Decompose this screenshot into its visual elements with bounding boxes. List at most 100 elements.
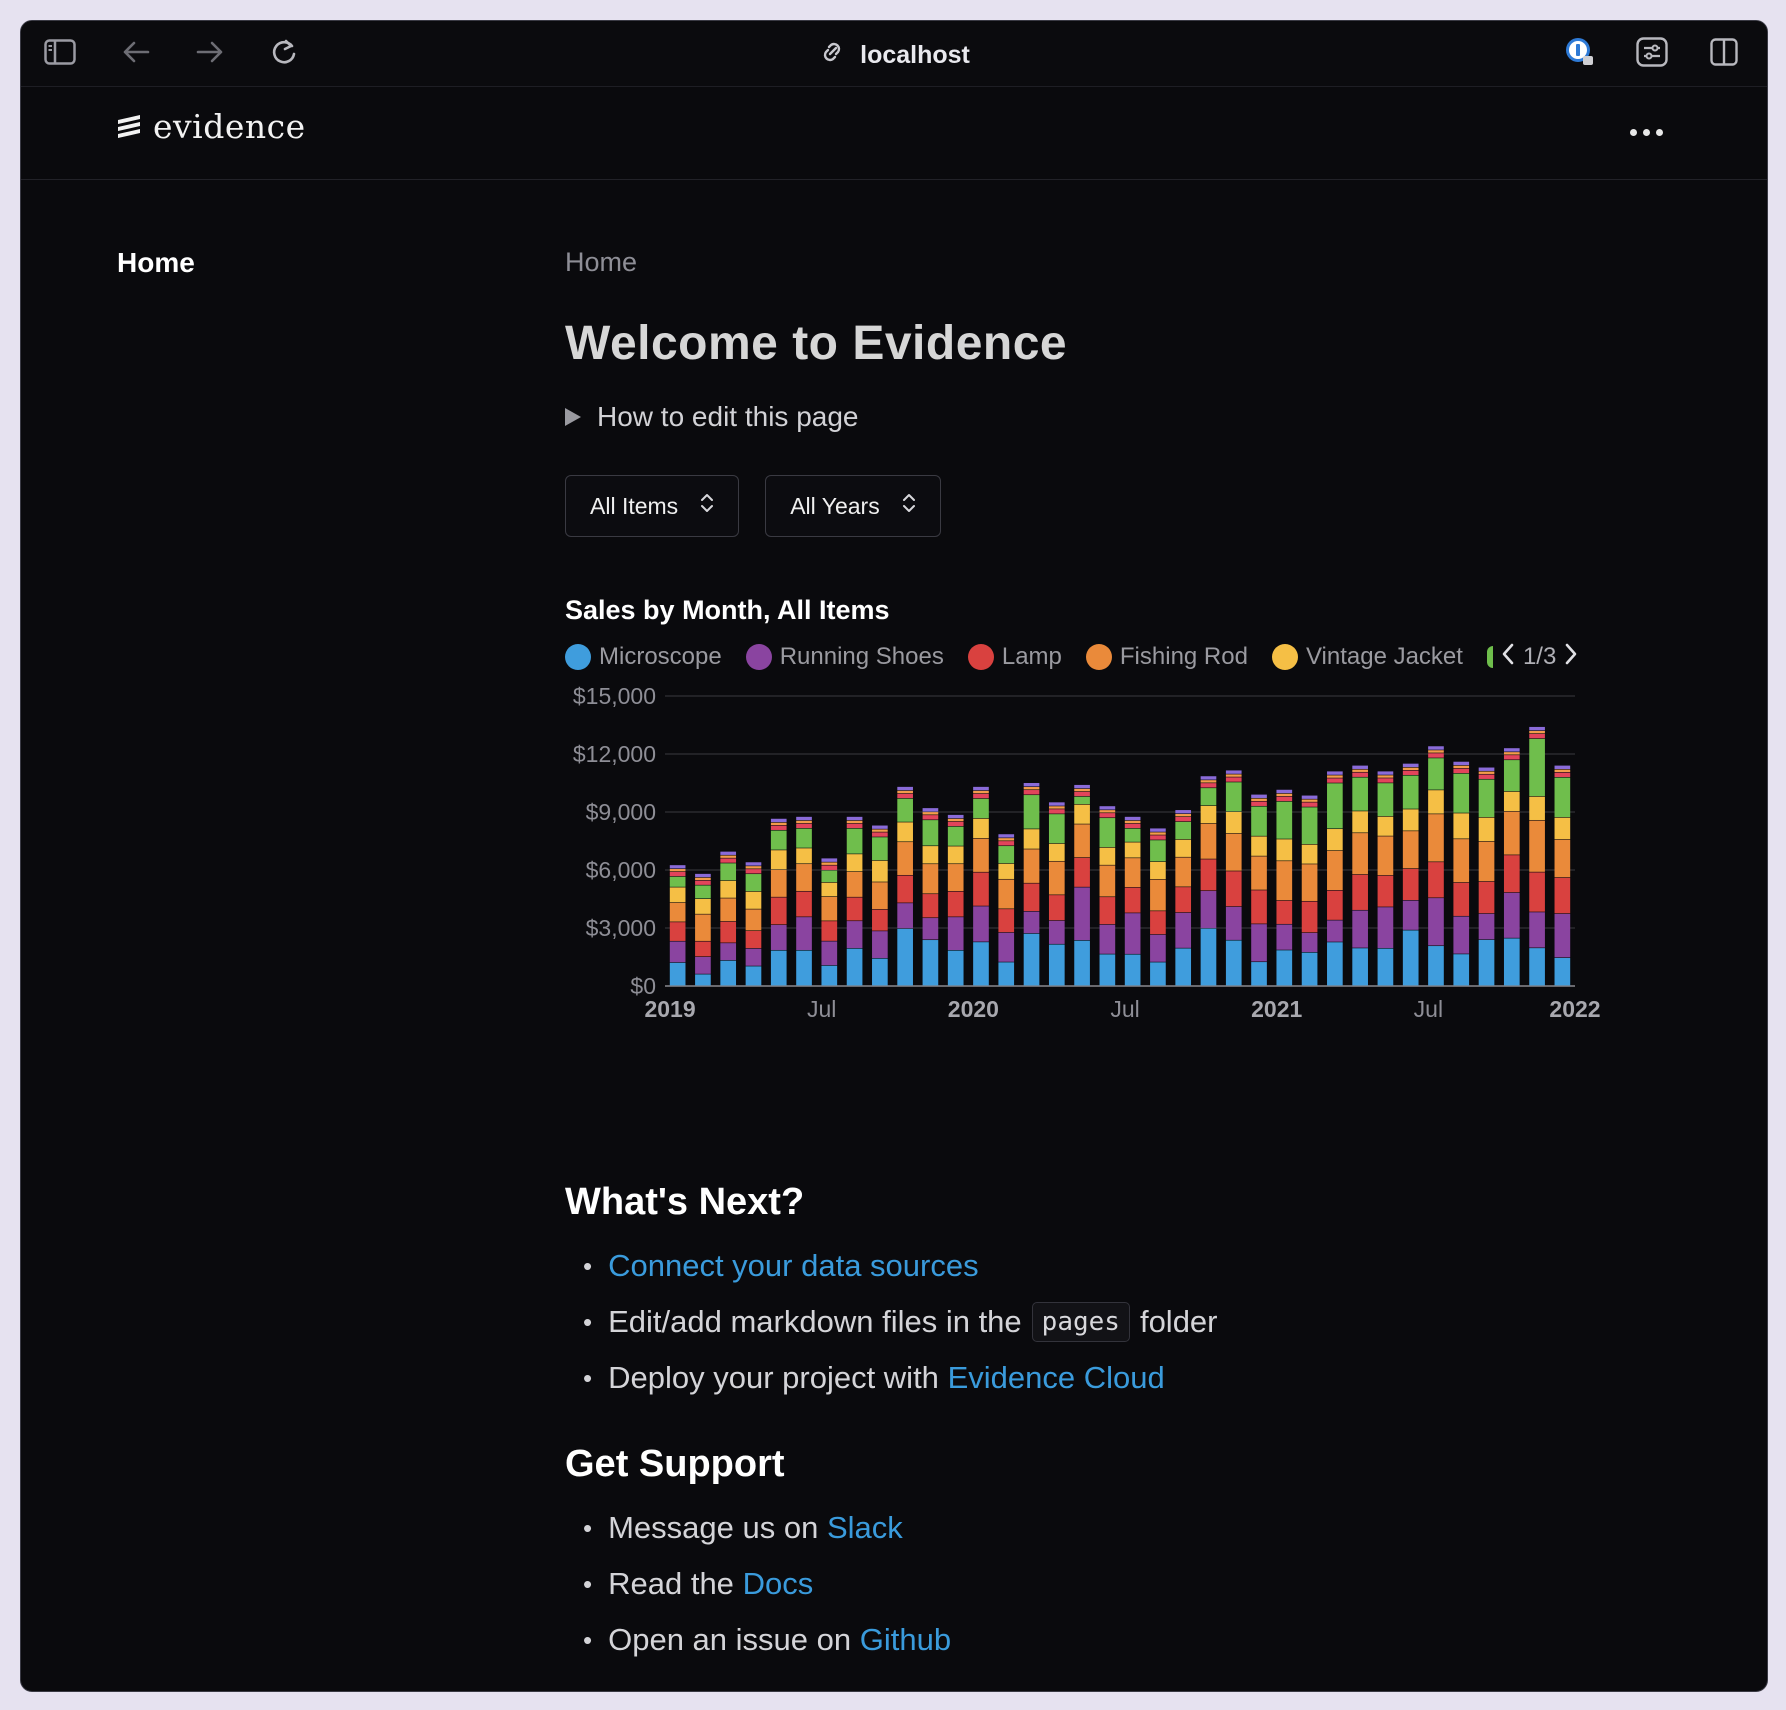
pages-code: pages [1031,1302,1130,1342]
bar-segment [973,942,989,986]
bar-segment [1453,768,1470,774]
bar-segment [998,841,1015,846]
legend-item-vintage-jacket[interactable]: Vintage Jacket [1271,643,1463,671]
bar-segment [720,943,737,961]
bar-segment [1529,912,1545,948]
bar-segment [1503,938,1520,986]
bar-segment [846,871,863,897]
bar-segment [770,869,787,897]
evidence-cloud-link[interactable]: Evidence Cloud [948,1360,1165,1396]
bar-segment [695,974,711,986]
bar-segment [973,793,989,799]
bar-segment [1327,890,1343,920]
chevron-right-icon[interactable] [1564,642,1578,673]
legend-swatch [745,644,772,670]
bar-segment [973,818,989,839]
bar-segment [1175,912,1192,948]
bar-segment [1503,791,1520,812]
bar-segment [821,858,838,862]
legend-item-microscope[interactable]: Microscope [565,643,722,671]
details-toggle[interactable]: How to edit this page [565,401,1625,433]
bar-segment [922,864,939,894]
bar-segment [745,874,762,892]
bar-segment [1529,733,1545,739]
chevron-up-down-icon [700,492,714,520]
bar-segment [1099,818,1116,848]
bar-segment [1453,761,1470,766]
items-dropdown[interactable]: All Items [565,475,740,537]
bar-segment [1150,911,1166,935]
bar-segment [897,798,913,822]
chevron-up-down-icon [902,492,916,520]
bar-segment [1503,760,1520,792]
bar-segment [770,925,787,950]
bar-segment [1428,946,1444,986]
bar-segment [1377,778,1394,783]
address-bar[interactable]: localhost [21,39,1767,71]
bar-segment [695,941,711,957]
bar-segment [1099,813,1116,818]
bar-segment [947,891,964,917]
bar-segment [1200,788,1217,806]
bar-segment [1554,877,1571,914]
github-link[interactable]: Github [860,1622,951,1658]
bar-segment [770,822,787,826]
slack-link[interactable]: Slack [827,1510,903,1546]
bar-segment [1099,865,1116,897]
bar-segment [1453,916,1470,954]
years-dropdown[interactable]: All Years [765,475,941,537]
bar-segment [947,846,964,864]
legend-item-running-shoes[interactable]: Running Shoes [745,643,944,671]
bar-segment [846,921,863,949]
chart-title: Sales by Month, All Items [565,595,890,625]
bar-segment [1529,948,1545,986]
bar-segment [1327,829,1343,851]
bar-segment [1352,910,1368,948]
legend-item-truncated[interactable] [1486,646,1493,668]
more-menu-icon[interactable] [1630,129,1663,136]
settings-sliders-icon[interactable] [1635,35,1669,69]
bar-segment [1478,881,1495,914]
bar-segment [897,822,913,842]
page-title: Welcome to Evidence [565,317,1068,370]
bar-segment [1402,900,1419,930]
password-manager-icon[interactable] [1563,35,1597,69]
legend-item-fishing-rod[interactable]: Fishing Rod [1085,643,1248,671]
bar-segment [1529,796,1545,820]
legend-item-lamp[interactable]: Lamp [967,643,1062,671]
breadcrumb[interactable]: Home [565,247,1625,278]
bar-segment [821,921,838,941]
bar-segment [947,821,964,827]
bar-segment [1503,811,1520,855]
sidebar-item-home[interactable]: Home [117,247,195,279]
chevron-left-icon[interactable] [1501,642,1515,673]
bar-segment [821,882,838,897]
bar-segment [1301,802,1318,807]
bar-segment [897,928,913,986]
bar-segment [1276,789,1293,794]
bar-segment [1074,791,1090,797]
bar-segment [872,837,888,861]
bar-segment [1301,844,1318,864]
evidence-logo[interactable]: evidence [115,107,306,146]
bar-segment [821,870,838,883]
bar-segment [695,885,711,899]
split-view-icon[interactable] [1707,35,1741,69]
docs-link[interactable]: Docs [743,1566,814,1602]
bar-segment [1554,772,1571,778]
bar-segment [1200,823,1217,859]
bar-segment [1074,887,1090,941]
bar-segment [1428,750,1444,753]
list-text: Message us on [608,1510,819,1545]
bar-segment [1251,890,1267,924]
bar-segment [1023,829,1040,849]
bar-segment [922,820,939,846]
bar-segment [1301,807,1318,845]
sales-by-month-chart[interactable]: $0$3,000$6,000$9,000$12,000$15,0002019 Ju… [565,676,1625,1056]
bar-segment [821,965,838,986]
app-header: evidence [21,87,1767,180]
bar-segment [1099,924,1116,954]
legend-label: Microscope [599,643,722,670]
connect-data-sources-link[interactable]: Connect your data sources [608,1248,979,1284]
bar-segment [1124,887,1141,913]
